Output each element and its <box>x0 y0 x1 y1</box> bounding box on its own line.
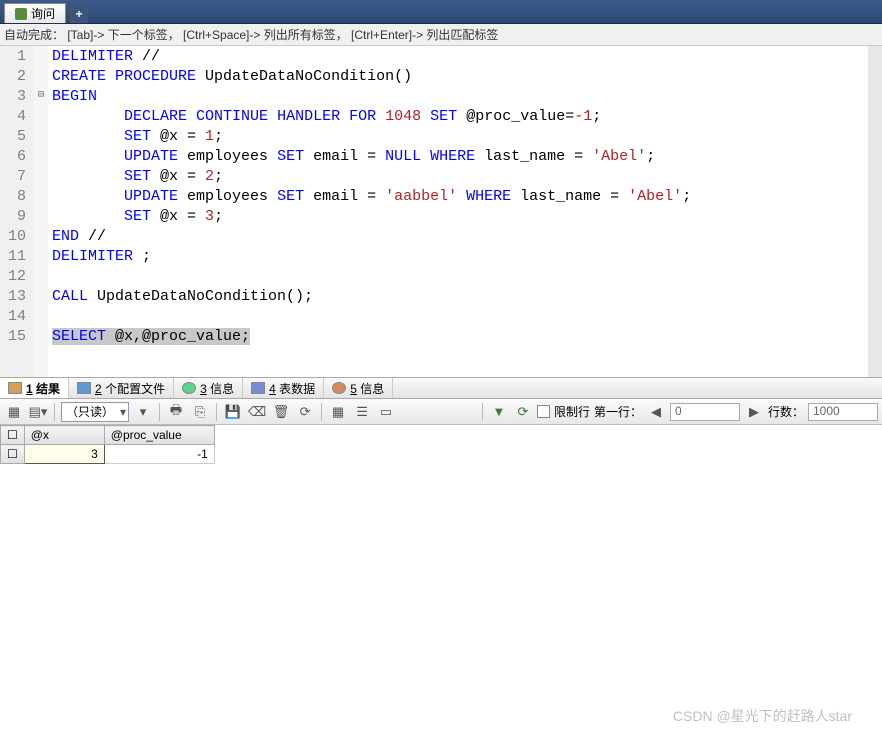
col-header-x[interactable]: @x <box>24 426 104 445</box>
text-icon[interactable]: ☰ <box>352 402 372 422</box>
firstrow-label: 第一行： <box>594 403 642 420</box>
tab-query[interactable]: 询问 <box>4 3 66 23</box>
code-editor[interactable]: 123 456 789 101112 131415 ⊟ DELIMITER //… <box>0 46 882 377</box>
cell-x[interactable]: 3 <box>24 445 104 464</box>
filter-icon[interactable]: ▼ <box>489 402 509 422</box>
info2-icon <box>332 382 346 394</box>
save-icon[interactable]: 💾 <box>223 402 243 422</box>
tab-info-3[interactable]: 3 信息 <box>174 378 243 398</box>
info-icon <box>182 382 196 394</box>
profile-icon <box>77 382 91 394</box>
tab-label: 询问 <box>31 5 55 22</box>
tabledata-icon <box>251 382 265 394</box>
rows-label: 行数： <box>768 403 804 420</box>
detail-icon[interactable]: ▭ <box>376 402 396 422</box>
tab-result-1[interactable]: 1 结果 <box>0 378 69 398</box>
tab-bar: 询问 + <box>0 0 882 24</box>
dropdown-icon[interactable]: ▾ <box>133 402 153 422</box>
row-header[interactable]: ☐ <box>1 445 25 464</box>
code-area[interactable]: DELIMITER // CREATE PROCEDURE UpdateData… <box>48 46 868 377</box>
next-page-icon[interactable]: ▶ <box>744 402 764 422</box>
cancel-icon[interactable]: ⌫ <box>247 402 267 422</box>
delete-icon[interactable]: 🗑 <box>271 402 291 422</box>
export-icon[interactable]: 🖶 <box>166 402 186 422</box>
fold-column: ⊟ <box>34 46 48 377</box>
limit-checkbox[interactable] <box>537 405 550 418</box>
grid-icon[interactable]: ▦ <box>328 402 348 422</box>
limit-label: 限制行 <box>554 403 590 420</box>
refresh2-icon[interactable]: ⟳ <box>513 402 533 422</box>
col-header-proc[interactable]: @proc_value <box>104 426 214 445</box>
result-table: ☐ @x @proc_value ☐ 3 -1 <box>0 425 215 464</box>
watermark: CSDN @星光下的赶路人star <box>673 706 852 726</box>
firstrow-input[interactable]: 0 <box>670 403 740 421</box>
copy-icon[interactable]: ⎘ <box>190 402 210 422</box>
autocomplete-bar: 自动完成： [Tab]-> 下一个标签， [Ctrl+Space]-> 列出所有… <box>0 24 882 46</box>
fold-toggle-icon[interactable]: ⊟ <box>34 86 48 106</box>
grid-corner[interactable]: ☐ <box>1 426 25 445</box>
tab-tabledata-4[interactable]: 4 表数据 <box>243 378 324 398</box>
table-row[interactable]: ☐ 3 -1 <box>1 445 215 464</box>
grid-view-icon[interactable]: ▦ <box>4 402 24 422</box>
query-icon <box>15 8 27 20</box>
cell-proc[interactable]: -1 <box>104 445 214 464</box>
readonly-dropdown[interactable]: （只读） <box>61 402 129 422</box>
line-gutter: 123 456 789 101112 131415 <box>0 46 34 377</box>
refresh-icon[interactable]: ⟳ <box>295 402 315 422</box>
new-tab-button[interactable]: + <box>70 5 88 23</box>
prev-page-icon[interactable]: ◀ <box>646 402 666 422</box>
tab-info-5[interactable]: 5 信息 <box>324 378 393 398</box>
result-toolbar: ▦ ▤▾ （只读） ▾ 🖶 ⎘ 💾 ⌫ 🗑 ⟳ ▦ ☰ ▭ ▼ ⟳ 限制行 第一… <box>0 399 882 425</box>
result-icon <box>8 382 22 394</box>
form-view-icon[interactable]: ▤▾ <box>28 402 48 422</box>
result-tabbar: 1 结果 2 个配置文件 3 信息 4 表数据 5 信息 <box>0 377 882 399</box>
rows-input[interactable]: 1000 <box>808 403 878 421</box>
tab-profile-2[interactable]: 2 个配置文件 <box>69 378 174 398</box>
